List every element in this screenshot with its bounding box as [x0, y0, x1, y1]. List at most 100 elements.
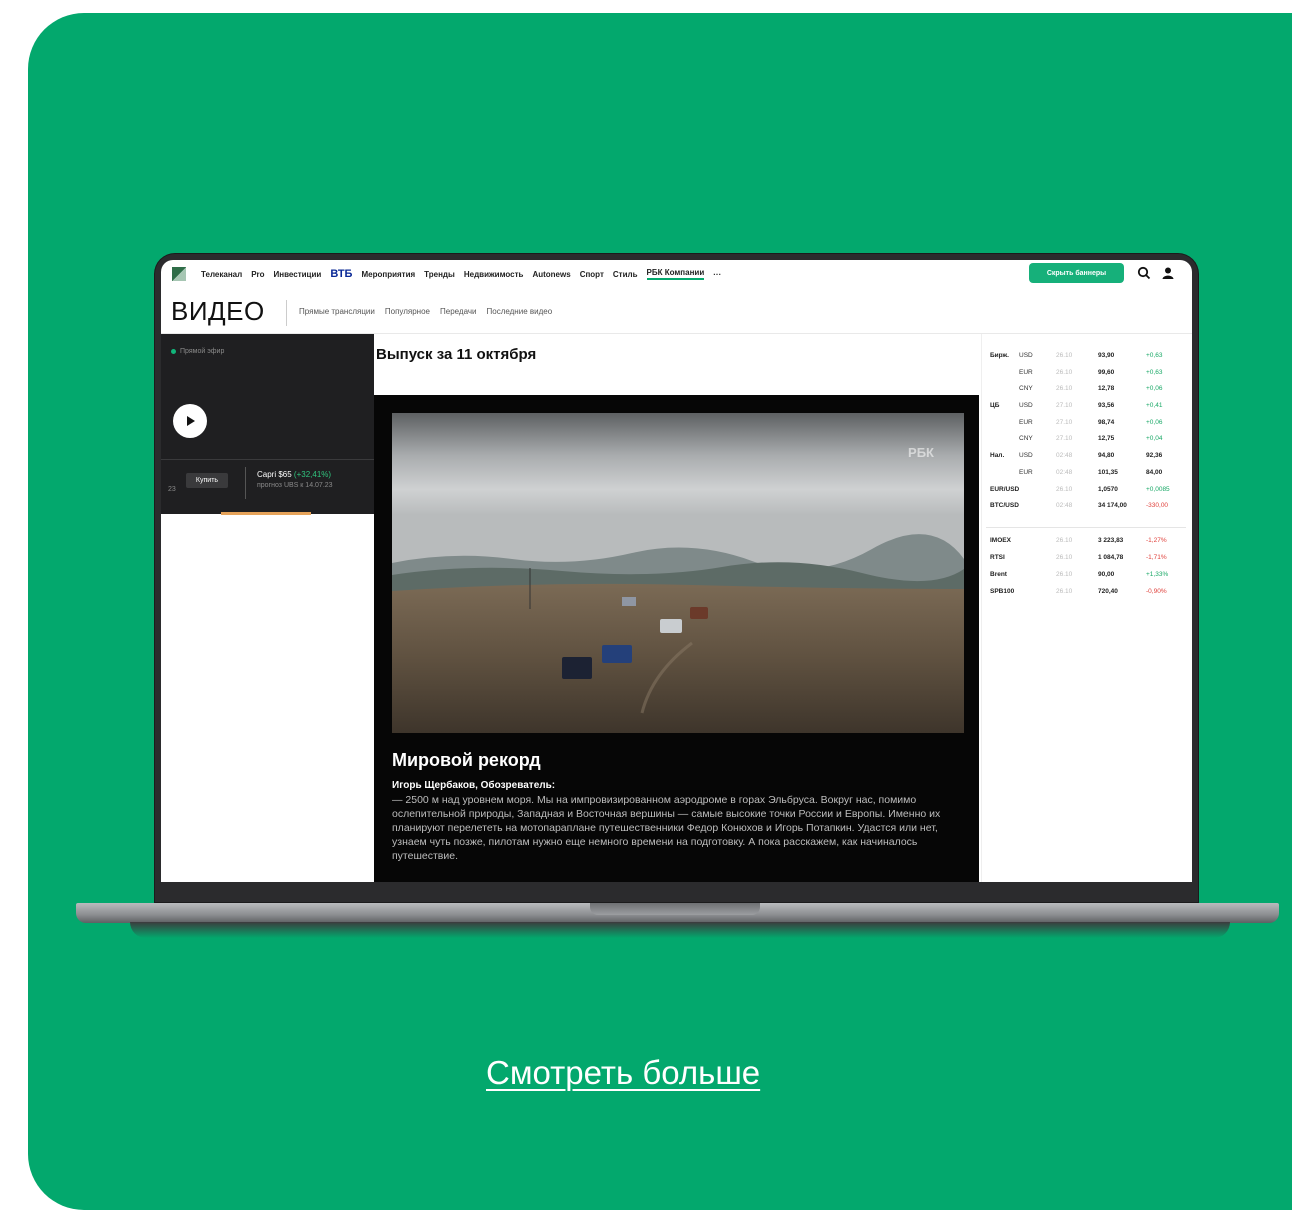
- episode-heading[interactable]: Выпуск за 11 октября: [376, 346, 536, 363]
- rate-group: Бирж.: [990, 352, 1009, 359]
- nav-item[interactable]: Тренды: [424, 270, 455, 279]
- rate-chg: +0,06: [1146, 418, 1163, 426]
- rate-row[interactable]: Нал. USD 02:48 94,80 92,36: [986, 452, 1186, 469]
- rate-chg: -330,00: [1146, 502, 1169, 510]
- story-text: — 2500 м над уровнем моря. Мы на импрови…: [392, 794, 941, 862]
- ad-title[interactable]: Capri $65 (+32,41%): [257, 470, 331, 479]
- rate-date: 27.10: [1056, 418, 1073, 426]
- rate-val: 94,80: [1098, 452, 1115, 460]
- rate-cur: CNY: [1019, 435, 1033, 443]
- section-link[interactable]: Последние видео: [487, 307, 553, 316]
- rate-date: 26.10: [1056, 385, 1073, 393]
- index-chg: -1,27%: [1146, 536, 1167, 544]
- ad-title-text: Capri $65: [257, 470, 292, 479]
- rate-val: 98,74: [1098, 418, 1115, 426]
- rate-val: 1,0570: [1098, 485, 1118, 493]
- nav-item[interactable]: Мероприятия: [361, 270, 415, 279]
- rate-date: 26.10: [1056, 352, 1073, 359]
- top-navigation: Телеканал Pro Инвестиции ВТБ Мероприятия Трен…: [161, 260, 1192, 288]
- video-block: РБК Мировой рекорд Игорь Щербаков, Обозр…: [374, 395, 979, 882]
- nav-item[interactable]: Телеканал: [201, 270, 242, 279]
- ad-number: 23: [168, 486, 176, 493]
- section-link[interactable]: Прямые трансляции: [299, 307, 375, 316]
- hide-banners-button[interactable]: Скрыть баннеры: [1029, 263, 1124, 283]
- rate-row[interactable]: EUR/USD 26.10 1,0570 +0,0085: [986, 486, 1186, 503]
- section-link[interactable]: Популярное: [385, 307, 430, 316]
- see-more-link[interactable]: Смотреть больше: [486, 1054, 760, 1092]
- ad-change: (+32,41%): [293, 470, 332, 479]
- video-player[interactable]: РБК: [392, 413, 964, 733]
- rate-group: Нал.: [990, 452, 1005, 460]
- rate-val: 34 174,00: [1098, 502, 1127, 510]
- nav-item[interactable]: РБК Компании: [646, 268, 705, 280]
- story-author: Игорь Щербаков, Обозреватель:: [392, 780, 556, 791]
- rate-val: 101,35: [1098, 468, 1118, 476]
- rate-chg: +0,63: [1146, 368, 1163, 376]
- play-button[interactable]: [173, 404, 207, 438]
- index-chg: -0,90%: [1146, 587, 1167, 595]
- rate-chg: +0,04: [1146, 435, 1163, 443]
- ad-strip: [221, 512, 311, 515]
- nav-item[interactable]: ···: [713, 270, 721, 279]
- section-links: Прямые трансляции Популярное Передачи После…: [299, 307, 552, 316]
- section-link[interactable]: Передачи: [440, 307, 477, 316]
- live-dot-icon: [171, 349, 176, 354]
- buy-button[interactable]: Купить: [186, 473, 228, 488]
- rate-cur: EUR: [1019, 468, 1033, 476]
- user-icon[interactable]: [1161, 266, 1175, 280]
- index-date: 26.10: [1056, 536, 1073, 544]
- rate-row[interactable]: CNY 26.10 12,78 +0,06: [986, 385, 1186, 402]
- rate-val: 93,90: [1098, 352, 1115, 359]
- rate-val: 99,60: [1098, 368, 1115, 376]
- index-val: 90,00: [1098, 570, 1115, 578]
- nav-item[interactable]: Инвестиции: [274, 270, 322, 279]
- rate-row[interactable]: EUR 26.10 99,60 +0,63: [986, 369, 1186, 386]
- rate-row[interactable]: EUR 27.10 98,74 +0,06: [986, 419, 1186, 436]
- nav-item[interactable]: Стиль: [613, 270, 638, 279]
- index-name: RTSI: [990, 553, 1005, 561]
- nav-item[interactable]: Недвижимость: [464, 270, 524, 279]
- rates-divider: [986, 526, 1186, 528]
- rate-row[interactable]: ЦБ USD 27.10 93,56 +0,41: [986, 402, 1186, 419]
- currency-rates: Бирж. USD 26.10 93,90 +0,63 EUR 26.10 99,60 +0,6…: [986, 352, 1186, 519]
- search-icon[interactable]: [1137, 266, 1151, 280]
- rate-group: BTC/USD: [990, 502, 1019, 510]
- laptop-notch: [590, 903, 760, 915]
- index-row[interactable]: RTSI 26.10 1 084,78 -1,71%: [986, 554, 1186, 571]
- nav-item[interactable]: Спорт: [580, 270, 604, 279]
- rate-row[interactable]: CNY 27.10 12,75 +0,04: [986, 435, 1186, 452]
- index-val: 1 084,78: [1098, 553, 1124, 561]
- nav-item[interactable]: ВТБ: [330, 268, 352, 280]
- rate-date: 27.10: [1056, 402, 1073, 410]
- nav-item[interactable]: Pro: [251, 270, 264, 279]
- rate-val: 12,78: [1098, 385, 1115, 393]
- index-name: SPB100: [990, 587, 1015, 595]
- rate-date: 02:48: [1056, 502, 1073, 510]
- index-val: 720,40: [1098, 587, 1118, 595]
- index-date: 26.10: [1056, 553, 1073, 561]
- ad-subtitle: прогноз UBS к 14.07.23: [257, 482, 333, 489]
- story-title[interactable]: Мировой рекорд: [392, 750, 541, 771]
- index-rates: IMOEX 26.10 3 223,83 -1,27% RTSI 26.10 1 084,7…: [986, 537, 1186, 605]
- rate-row[interactable]: Бирж. USD 26.10 93,90 +0,63: [986, 352, 1186, 369]
- rate-date: 02:48: [1056, 452, 1073, 460]
- live-label-text: Прямой эфир: [180, 348, 225, 355]
- rate-cur: USD: [1019, 452, 1033, 460]
- rate-row[interactable]: EUR 02:48 101,35 84,00: [986, 469, 1186, 486]
- nav-item[interactable]: Autonews: [532, 270, 570, 279]
- rate-cur: EUR: [1019, 418, 1033, 426]
- live-label[interactable]: Прямой эфир: [171, 348, 224, 355]
- index-row[interactable]: SPB100 26.10 720,40 -0,90%: [986, 588, 1186, 605]
- rate-date: 27.10: [1056, 435, 1073, 443]
- rate-chg: 84,00: [1146, 468, 1163, 476]
- laptop-screen: Телеканал Pro Инвестиции ВТБ Мероприятия Трен…: [161, 260, 1192, 882]
- rbc-logo-icon[interactable]: [172, 267, 186, 281]
- index-row[interactable]: Brent 26.10 90,00 +1,33%: [986, 571, 1186, 588]
- index-row[interactable]: IMOEX 26.10 3 223,83 -1,27%: [986, 537, 1186, 554]
- rate-row[interactable]: BTC/USD 02:48 34 174,00 -330,00: [986, 502, 1186, 519]
- play-icon: [187, 416, 195, 426]
- index-name: Brent: [990, 570, 1007, 578]
- column-divider: [981, 334, 982, 882]
- rate-group: ЦБ: [990, 402, 1000, 410]
- index-chg: +1,33%: [1146, 570, 1169, 578]
